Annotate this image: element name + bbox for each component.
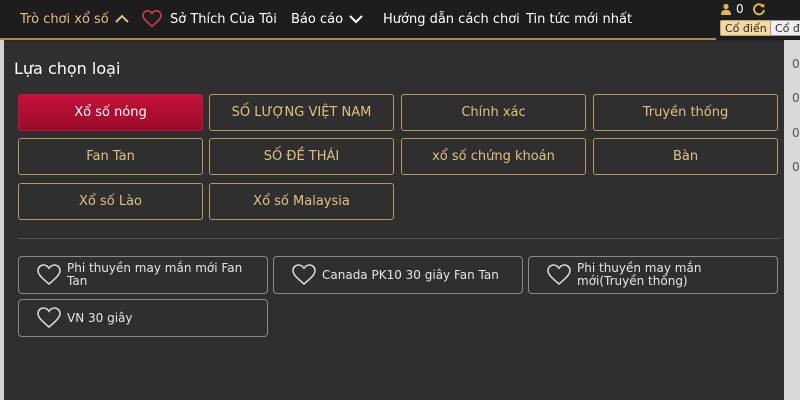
account-area: 0 Cổ điển Cổ đi — [716, 0, 800, 40]
category-traditional[interactable]: Truyền thống — [593, 94, 778, 131]
heart-outline-icon[interactable] — [37, 264, 61, 286]
nav-how-to-play[interactable]: Hướng dẫn cách chơi — [383, 0, 520, 38]
category-stock-lottery[interactable]: xổ số chứng khoán — [401, 138, 586, 175]
chevron-up-icon — [115, 14, 129, 23]
category-fan-tan[interactable]: Fan Tan — [18, 138, 203, 175]
game-label: Phi thuyền may mắn mới(Truyền thống) — [577, 261, 702, 288]
game-label: Canada PK10 30 giây Fan Tan — [322, 267, 499, 282]
background-right-edge: 01 02 01 02 — [784, 40, 800, 400]
background-snippet: 01 — [792, 126, 800, 140]
game-label: Phi thuyền may mắn mới Fan Tan — [67, 261, 243, 288]
category-thai-numbers[interactable]: SỐ ĐỀ THÁI — [209, 138, 394, 175]
classic-mode-button[interactable]: Cổ điển — [720, 20, 772, 36]
background-snippet: 02 — [792, 160, 800, 174]
nav-lottery-games-label: Trò chơi xổ số — [20, 11, 109, 27]
nav-lottery-games[interactable]: Trò chơi xổ số — [20, 0, 129, 38]
user-icon — [721, 3, 731, 15]
game-vn-30-seconds[interactable]: VN 30 giây — [18, 299, 268, 337]
background-snippet: 02 — [792, 91, 800, 105]
nav-favorites[interactable]: Sở Thích Của Tôi — [142, 0, 277, 38]
nav-reports[interactable]: Báo cáo — [291, 0, 363, 38]
category-laos-lottery[interactable]: Xổ số Lào — [18, 183, 203, 220]
category-vietnam-quantity[interactable]: SỐ LƯỢNG VIỆT NAM — [209, 94, 394, 131]
nav-favorites-label: Sở Thích Của Tôi — [170, 11, 277, 27]
account-status: 0 — [716, 2, 766, 16]
nav-latest-news-label: Tin tức mới nhất — [526, 11, 633, 27]
game-lucky-ship-fan-tan[interactable]: Phi thuyền may mắn mới Fan Tan — [18, 256, 268, 294]
category-table[interactable]: Bàn — [593, 138, 778, 175]
heart-outline-icon[interactable] — [292, 264, 316, 286]
nav-how-to-play-label: Hướng dẫn cách chơi — [383, 11, 520, 27]
heart-icon — [142, 10, 162, 28]
panel-divider — [18, 238, 780, 239]
game-label: VN 30 giây — [67, 310, 133, 325]
game-canada-pk10-fan-tan[interactable]: Canada PK10 30 giây Fan Tan — [273, 256, 523, 294]
classic-mode-button-secondary[interactable]: Cổ đi — [770, 20, 800, 36]
nav-latest-news[interactable]: Tin tức mới nhất — [526, 0, 632, 38]
top-nav: Trò chơi xổ số Sở Thích Của Tôi Báo cáo … — [0, 0, 800, 40]
user-count: 0 — [736, 2, 744, 16]
panel-title: Lựa chọn loại — [14, 59, 121, 78]
nav-reports-label: Báo cáo — [291, 11, 344, 27]
game-lucky-ship-traditional[interactable]: Phi thuyền may mắn mới(Truyền thống) — [528, 256, 778, 294]
category-exact[interactable]: Chính xác — [401, 94, 586, 131]
category-malaysia-lottery[interactable]: Xổ số Malaysia — [209, 183, 394, 220]
heart-outline-icon[interactable] — [547, 264, 571, 286]
category-hot-lottery[interactable]: Xổ số nóng — [18, 94, 203, 131]
background-snippet: 01 — [792, 57, 800, 71]
lottery-type-panel: Lựa chọn loại Xổ số nóng SỐ LƯỢNG VIỆT N… — [4, 42, 784, 400]
heart-outline-icon[interactable] — [37, 307, 61, 329]
chevron-down-icon — [349, 15, 363, 24]
refresh-icon[interactable] — [752, 2, 766, 16]
